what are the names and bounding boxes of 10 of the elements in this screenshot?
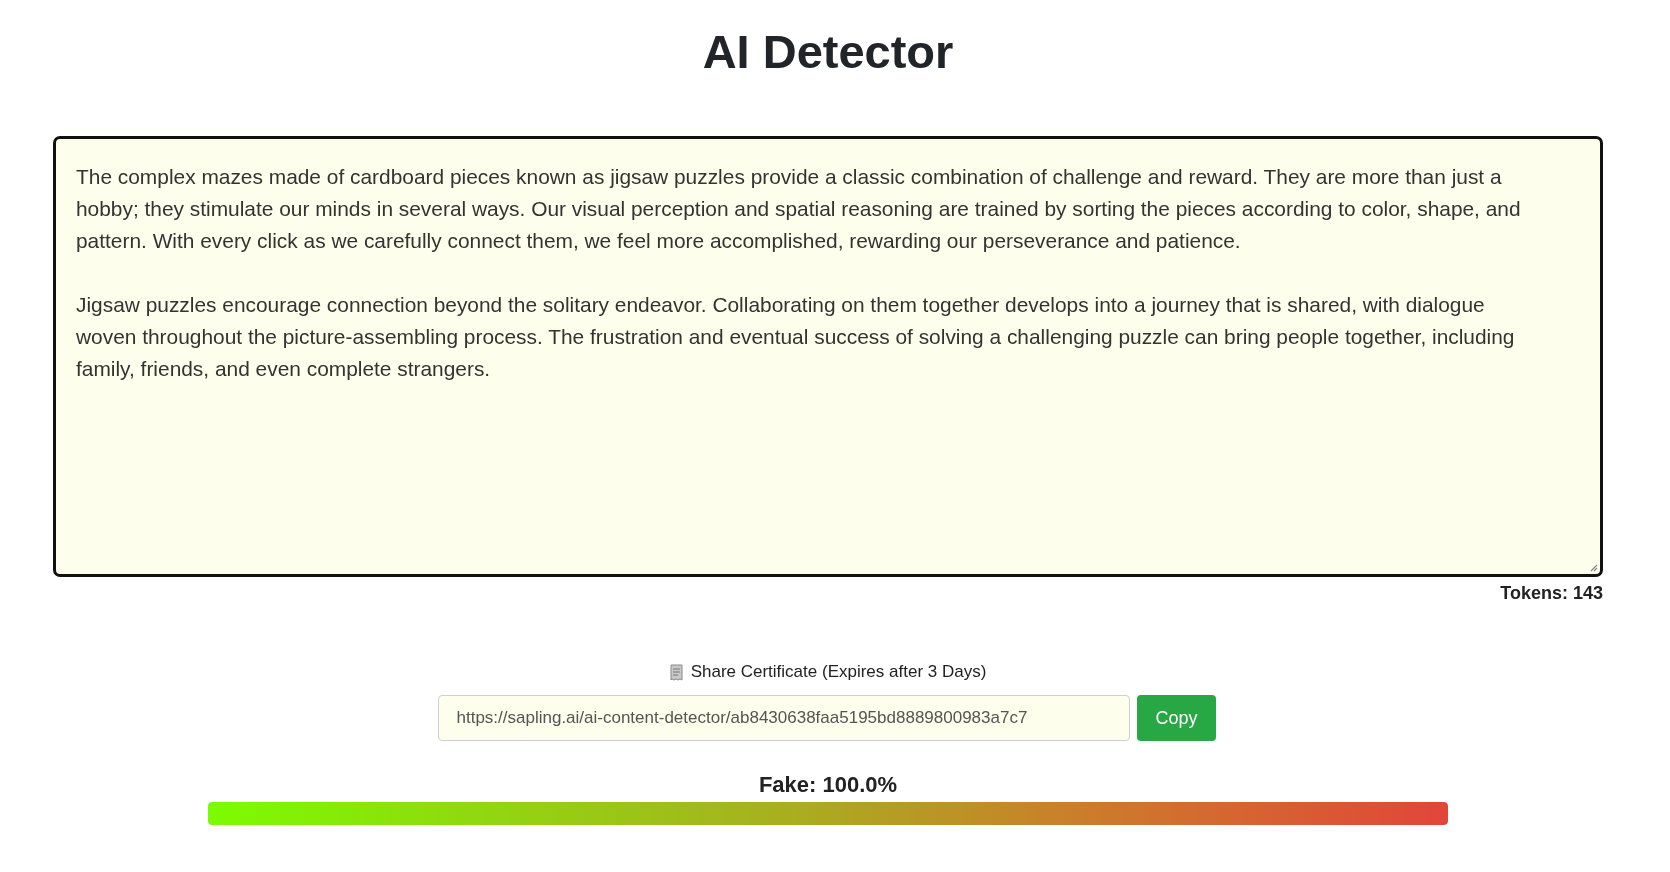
resize-grip-icon[interactable] — [1588, 562, 1598, 572]
document-icon — [669, 663, 683, 681]
fake-score-label: Fake: 100.0% — [758, 771, 898, 799]
text-input-area[interactable] — [53, 136, 1603, 577]
share-certificate-label: Share Certificate (Expires after 3 Days) — [690, 661, 987, 683]
text-paragraph: The complex mazes made of cardboard pieces known as jigsaw puzzles provide a classic combination of challenge and reward. They are more than just a hobby; they stimulate our minds in several ways. Our visual perception and spatial reasoning are trained by sorting the pieces according to color, shape, and pattern. With every click as we carefully connect them, we feel more accomplished, rewarding our perseverance and patience. — [76, 164, 1522, 254]
certificate-url-field[interactable]: https://sapling.ai/ai-content-detector/ab8430638faa5195bd8889800983a7c7 — [438, 695, 1131, 741]
page-title: AI Detector — [702, 24, 954, 80]
token-count: Tokens: 143 — [1500, 582, 1603, 605]
text-paragraph: Jigsaw puzzles encourage connection beyond the solitary endeavor. Collaborating on them together develops into a journey that is shared, with dialogue woven throughout the picture-assembling process. The frustration and eventual success of solving a challenging puzzle can bring people together, including family, friends, and even complete strangers. — [76, 292, 1516, 382]
